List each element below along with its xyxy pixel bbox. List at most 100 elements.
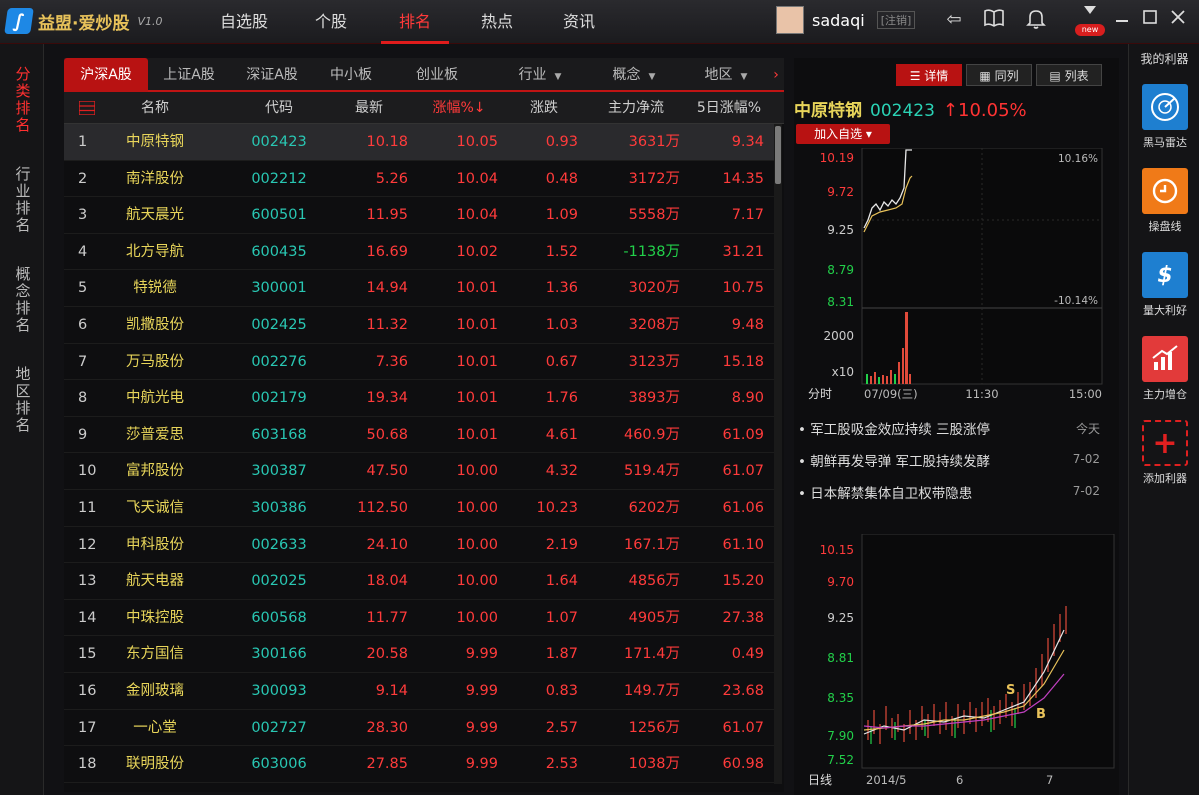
- nav-news[interactable]: 资讯: [546, 0, 612, 44]
- tab-sme[interactable]: 中小板: [320, 58, 382, 92]
- intraday-tick: 9.25: [827, 223, 854, 237]
- scrollbar-thumb[interactable]: [775, 126, 781, 184]
- cell-stock-code: 002179: [251, 390, 307, 407]
- table-row[interactable]: 11 飞天诚信 300386 112.50 10.00 10.23 6202万 61.06: [64, 490, 776, 527]
- cell-net-flow: 1256万: [628, 719, 680, 736]
- daily-x-tick: 2014/5: [866, 773, 906, 787]
- tab-region[interactable]: 地区 ▼: [684, 58, 768, 92]
- news-item[interactable]: • 朝鲜再发导弹 军工股持续发酵 7-02: [798, 450, 1110, 482]
- nav-stock[interactable]: 个股: [298, 0, 364, 44]
- tab-chinext[interactable]: 创业板: [404, 58, 470, 92]
- table-row[interactable]: 1 中原特钢 002423 10.18 10.05 0.93 3631万 9.34: [64, 124, 776, 161]
- table-row[interactable]: 3 航天晨光 600501 11.95 10.04 1.09 5558万 7.17: [64, 197, 776, 234]
- table-row[interactable]: 14 中珠控股 600568 11.77 10.00 1.07 4905万 27.38: [64, 600, 776, 637]
- rail-region-ranking[interactable]: 地区排名: [0, 360, 44, 440]
- tool-capital-inflow[interactable]: 主力增仓: [1137, 336, 1193, 402]
- tab-label: 深证A股: [246, 67, 298, 83]
- cell-net-flow: 6202万: [628, 500, 680, 516]
- back-icon[interactable]: ⇦: [942, 8, 966, 32]
- rail-concept-ranking[interactable]: 概念排名: [0, 260, 44, 340]
- intraday-chart[interactable]: 10.19 9.72 9.25 8.79 8.31 10.16% -10.14%…: [794, 148, 1119, 404]
- tool-add[interactable]: + 添加利器: [1137, 420, 1193, 486]
- tool-radar[interactable]: 黑马雷达: [1137, 84, 1193, 150]
- close-icon[interactable]: [1166, 8, 1190, 32]
- table-row[interactable]: 15 东方国信 300166 20.58 9.99 1.87 171.4万 0.49: [64, 636, 776, 673]
- logout-link[interactable]: [注销]: [876, 11, 916, 29]
- avatar[interactable]: [776, 6, 804, 34]
- nav-hot[interactable]: 热点: [466, 0, 528, 44]
- tab-label: 上证A股: [163, 67, 215, 83]
- table-row[interactable]: 12 申科股份 002633 24.10 10.00 2.19 167.1万 61.10: [64, 527, 776, 564]
- cell-stock-name: 航天电器: [126, 573, 184, 590]
- table-row[interactable]: 4 北方导航 600435 16.69 10.02 1.52 -1138万 31.21: [64, 234, 776, 271]
- button-label: 详情: [924, 69, 949, 83]
- tools-rail: 我的利器 黑马雷达 操盘线 $ 量大利好 主力增仓 + 添加利器: [1128, 44, 1199, 795]
- table-row[interactable]: 8 中航光电 002179 19.34 10.01 1.76 3893万 8.90: [64, 380, 776, 417]
- table-row[interactable]: 10 富邦股份 300387 47.50 10.00 4.32 519.4万 61.07: [64, 453, 776, 490]
- table-row[interactable]: 17 一心堂 002727 28.30 9.99 2.57 1256万 61.07: [64, 710, 776, 747]
- cell-price: 11.77: [366, 609, 408, 626]
- tab-industry[interactable]: 行业 ▼: [498, 58, 582, 92]
- daily-tick: 9.70: [827, 575, 854, 589]
- intraday-pct-high: 10.16%: [1058, 153, 1098, 165]
- cell-stock-name: 凯撒股份: [126, 317, 184, 333]
- table-row[interactable]: 5 特锐德 300001 14.94 10.01 1.36 3020万 10.75: [64, 270, 776, 307]
- username[interactable]: sadaqi: [812, 11, 865, 30]
- view-detail-button[interactable]: ☰ 详情: [896, 64, 962, 86]
- cell-5day-pct: 0.49: [731, 646, 764, 663]
- table-row[interactable]: 13 航天电器 002025 18.04 10.00 1.64 4856万 15.20: [64, 563, 776, 600]
- news-item[interactable]: • 军工股吸金效应持续 三股涨停 今天: [798, 418, 1110, 450]
- news-item[interactable]: • 日本解禁集体自卫权带隐患 7-02: [798, 482, 1110, 514]
- book-icon[interactable]: [982, 8, 1006, 32]
- tabs-next-icon[interactable]: ›: [768, 58, 784, 92]
- cell-change-pct: 10.01: [456, 426, 498, 443]
- col-change[interactable]: 涨跌: [504, 92, 584, 124]
- col-5day-pct[interactable]: 5日涨幅%: [682, 92, 776, 124]
- col-name[interactable]: 名称: [108, 92, 202, 124]
- table-row[interactable]: 7 万马股份 002276 7.36 10.01 0.67 3123万 15.18: [64, 344, 776, 381]
- table-row[interactable]: 2 南洋股份 002212 5.26 10.04 0.48 3172万 14.35: [64, 161, 776, 198]
- intraday-label: 分时: [808, 387, 832, 401]
- col-net-flow[interactable]: 主力净流: [584, 92, 688, 124]
- tab-sz-a[interactable]: 深证A股: [234, 58, 310, 92]
- cell-change-pct: 9.99: [465, 756, 498, 773]
- table-row[interactable]: 9 莎普爱思 603168 50.68 10.01 4.61 460.9万 61.09: [64, 417, 776, 454]
- col-change-pct[interactable]: 涨幅%↓: [414, 92, 504, 124]
- cell-change-pct: 10.00: [456, 536, 498, 553]
- table-row[interactable]: 16 金刚玻璃 300093 9.14 9.99 0.83 149.7万 23.68: [64, 673, 776, 710]
- scrollbar[interactable]: [774, 124, 782, 784]
- bell-icon[interactable]: [1024, 8, 1048, 32]
- rail-category-ranking[interactable]: 分类排名: [0, 60, 44, 140]
- cell-change-pct: 9.99: [465, 646, 498, 663]
- tab-concept[interactable]: 概念 ▼: [592, 58, 676, 92]
- tool-volume[interactable]: $ 量大利好: [1137, 252, 1193, 318]
- daily-tick: 7.52: [827, 753, 854, 767]
- table-row[interactable]: 6 凯撒股份 002425 11.32 10.01 1.03 3208万 9.48: [64, 307, 776, 344]
- col-code[interactable]: 代码: [234, 92, 324, 124]
- daily-x-tick: 6: [956, 773, 963, 787]
- cell-5day-pct: 61.06: [722, 500, 764, 516]
- cell-change-pct: 10.01: [456, 390, 498, 407]
- tab-sh-a[interactable]: 上证A股: [152, 58, 226, 92]
- cell-5day-pct: 61.07: [722, 463, 764, 480]
- cell-change: 1.76: [545, 390, 578, 407]
- tab-hs-a[interactable]: 沪深A股: [64, 58, 148, 92]
- rail-industry-ranking[interactable]: 行业排名: [0, 160, 44, 240]
- cell-price: 24.10: [366, 536, 408, 553]
- nav-watchlist[interactable]: 自选股: [208, 0, 280, 44]
- daily-chart[interactable]: 10.15 9.70 9.25 8.81 8.35 7.90 7.52 S B …: [794, 534, 1119, 794]
- maximize-icon[interactable]: [1138, 8, 1162, 32]
- nav-ranking[interactable]: 排名: [381, 0, 449, 44]
- cell-stock-code: 002425: [251, 317, 307, 333]
- dropdown-menu-icon[interactable]: [1078, 2, 1102, 26]
- minimize-icon[interactable]: [1110, 8, 1134, 32]
- cell-change-pct: 9.99: [465, 719, 498, 736]
- tool-trading-line[interactable]: 操盘线: [1137, 168, 1193, 234]
- view-list-button[interactable]: ▤ 列表: [1036, 64, 1102, 86]
- tool-label: 添加利器: [1143, 472, 1187, 485]
- table-row[interactable]: 18 联明股份 603006 27.85 9.99 2.53 1038万 60.98: [64, 746, 776, 783]
- header-menu-icon[interactable]: [76, 92, 98, 124]
- add-watchlist-button[interactable]: 加入自选 ▾: [796, 124, 890, 144]
- view-peer-button[interactable]: ▦ 同列: [966, 64, 1032, 86]
- col-price[interactable]: 最新: [324, 92, 414, 124]
